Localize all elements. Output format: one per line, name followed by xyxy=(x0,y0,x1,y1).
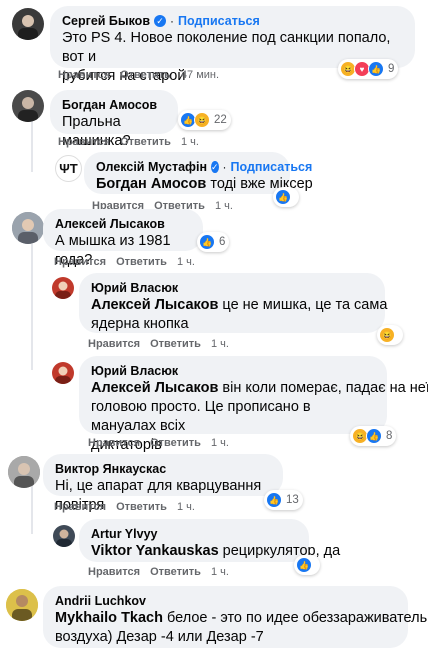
like-reaction-icon: 👍 xyxy=(199,234,215,250)
comment-author[interactable]: Сергей Быков xyxy=(62,13,150,29)
comment-text: головою просто. Це прописано в мануалах … xyxy=(91,399,311,434)
reaction-summary[interactable]: 👍 😆 22 xyxy=(178,110,231,130)
mention-link[interactable]: Алексей Лысаков xyxy=(91,380,218,396)
reaction-summary[interactable]: 👍 13 xyxy=(264,490,303,510)
comment-actions: Нравится Ответить 1 ч. xyxy=(58,136,199,148)
comment-text: тоді вже міксер xyxy=(206,176,313,192)
like-link[interactable]: Нравится xyxy=(54,501,106,513)
thread-line xyxy=(31,484,33,534)
comment-author[interactable]: Виктор Янкаускас xyxy=(55,461,271,477)
reply-link[interactable]: Ответить xyxy=(120,136,171,148)
avatar[interactable] xyxy=(12,90,44,122)
comment-actions: Нравится Ответить 47 мин. xyxy=(58,69,219,81)
mention-link[interactable]: Богдан Амосов xyxy=(96,176,206,192)
comment-author[interactable]: Artur Ylvyy xyxy=(91,526,297,542)
reaction-summary[interactable]: 😆 xyxy=(377,325,403,345)
reaction-summary[interactable]: 😆 ♥ 👍 9 xyxy=(338,59,399,79)
haha-reaction-icon: 😆 xyxy=(194,112,210,128)
comment-time[interactable]: 47 мин. xyxy=(181,69,219,81)
comment-text: воздуха) Дезар -4 или Дезар -7 xyxy=(55,629,264,645)
avatar[interactable] xyxy=(8,456,40,488)
comment-actions: Нравится Ответить 1 ч. xyxy=(88,566,229,578)
comment-text: це не мишка, це та сама xyxy=(218,297,388,313)
comment-author[interactable]: Богдан Амосов xyxy=(62,97,166,113)
comment-bubble: Andrii Luchkov Mykhailo Tkach белое - эт… xyxy=(43,586,427,648)
comment-time[interactable]: 1 ч. xyxy=(181,136,199,148)
thread-line xyxy=(31,117,33,172)
reply-link[interactable]: Ответить xyxy=(120,69,171,81)
comment-time[interactable]: 1 ч. xyxy=(211,437,229,449)
like-reaction-icon: 👍 xyxy=(368,61,384,77)
like-reaction-icon: 👍 xyxy=(266,492,282,508)
reaction-count: 13 xyxy=(286,494,299,506)
comment-text: він коли померає, падає на неї xyxy=(218,380,428,396)
comment-actions: Нравится Ответить 1 ч. xyxy=(54,256,195,268)
comment-author[interactable]: Юрий Власюк xyxy=(91,363,375,379)
comment-actions: Нравится Ответить 1 ч. xyxy=(54,501,195,513)
like-link[interactable]: Нравится xyxy=(54,256,106,268)
avatar[interactable] xyxy=(52,277,74,299)
comment-author[interactable]: Олексій Мустафін xyxy=(96,159,207,175)
avatar[interactable] xyxy=(53,525,75,547)
reply-link[interactable]: Ответить xyxy=(150,338,201,350)
follow-link[interactable]: Подписаться xyxy=(231,160,313,174)
reaction-summary[interactable]: 👍 xyxy=(273,187,299,207)
verified-badge-icon: ✓ xyxy=(154,15,167,27)
verified-badge-icon: ✓ xyxy=(211,161,219,173)
like-link[interactable]: Нравится xyxy=(58,136,110,148)
comment-author[interactable]: Юрий Власюк xyxy=(91,280,373,296)
comment-bubble: Юрий Власюк Алексей Лысаков це не мишка,… xyxy=(79,273,388,333)
reaction-summary[interactable]: 👍 xyxy=(294,555,320,575)
haha-reaction-icon: 😆 xyxy=(379,327,395,343)
reply-link[interactable]: Ответить xyxy=(116,256,167,268)
comment-time[interactable]: 1 ч. xyxy=(177,501,195,513)
reaction-count: 9 xyxy=(388,63,395,75)
reaction-count: 6 xyxy=(219,236,226,248)
like-reaction-icon: 👍 xyxy=(296,557,312,573)
comment-time[interactable]: 1 ч. xyxy=(211,566,229,578)
comment-actions: Нравится Ответить 1 ч. xyxy=(88,338,229,350)
avatar[interactable] xyxy=(12,8,44,40)
avatar[interactable] xyxy=(52,362,74,384)
separator-dot: · xyxy=(222,160,227,174)
like-link[interactable]: Нравится xyxy=(88,437,140,449)
comment-author[interactable]: Алексей Лысаков xyxy=(55,216,191,232)
comment-time[interactable]: 1 ч. xyxy=(177,256,195,268)
avatar[interactable]: ΨΤ xyxy=(55,155,82,182)
comment-bubble: Виктор Янкаускас Ні, це апарат для кварц… xyxy=(43,454,283,513)
mention-link[interactable]: Алексей Лысаков xyxy=(91,297,218,313)
comment-bubble: Олексій Мустафін ✓ · Подписаться Богдан … xyxy=(84,152,313,194)
comment-bubble: Artur Ylvyy Viktor Yankauskas рециркулят… xyxy=(79,519,340,562)
avatar[interactable] xyxy=(12,212,44,244)
thread-line xyxy=(31,244,33,370)
comment-bubble: Алексей Лысаков А мышка из 1981 года? xyxy=(43,209,203,268)
comment-text: ядерна кнопка xyxy=(91,316,189,332)
like-reaction-icon: 👍 xyxy=(275,189,291,205)
reaction-summary[interactable]: 😆 👍 8 xyxy=(350,426,397,446)
comment-bubble: Юрий Власюк Алексей Лысаков він коли пом… xyxy=(79,356,428,453)
reaction-count: 22 xyxy=(214,114,227,126)
reply-link[interactable]: Ответить xyxy=(150,437,201,449)
reaction-count: 8 xyxy=(386,430,393,442)
comment-time[interactable]: 1 ч. xyxy=(215,200,233,212)
separator-dot: · xyxy=(170,14,175,28)
logo-icon: ΨΤ xyxy=(59,161,78,176)
mention-link[interactable]: Mykhailo Tkach xyxy=(55,610,163,626)
mention-link[interactable]: Viktor Yankauskas xyxy=(91,543,219,559)
comment-actions: Нравится Ответить 1 ч. xyxy=(88,437,229,449)
like-link[interactable]: Нравится xyxy=(88,338,140,350)
like-link[interactable]: Нравится xyxy=(58,69,110,81)
like-link[interactable]: Нравится xyxy=(88,566,140,578)
reply-link[interactable]: Ответить xyxy=(116,501,167,513)
comment-time[interactable]: 1 ч. xyxy=(211,338,229,350)
like-reaction-icon: 👍 xyxy=(366,428,382,444)
follow-link[interactable]: Подписаться xyxy=(178,14,260,28)
comment-author[interactable]: Andrii Luchkov xyxy=(55,593,396,609)
reaction-summary[interactable]: 👍 6 xyxy=(197,232,230,252)
avatar[interactable] xyxy=(6,589,38,621)
reply-link[interactable]: Ответить xyxy=(150,566,201,578)
comment-bubble: Богдан Амосов Пральна машинка? xyxy=(50,90,178,149)
comment-text: рециркулятор, да xyxy=(218,543,341,559)
comment-text: белое - это по идее обеззараживатель xyxy=(162,610,428,626)
